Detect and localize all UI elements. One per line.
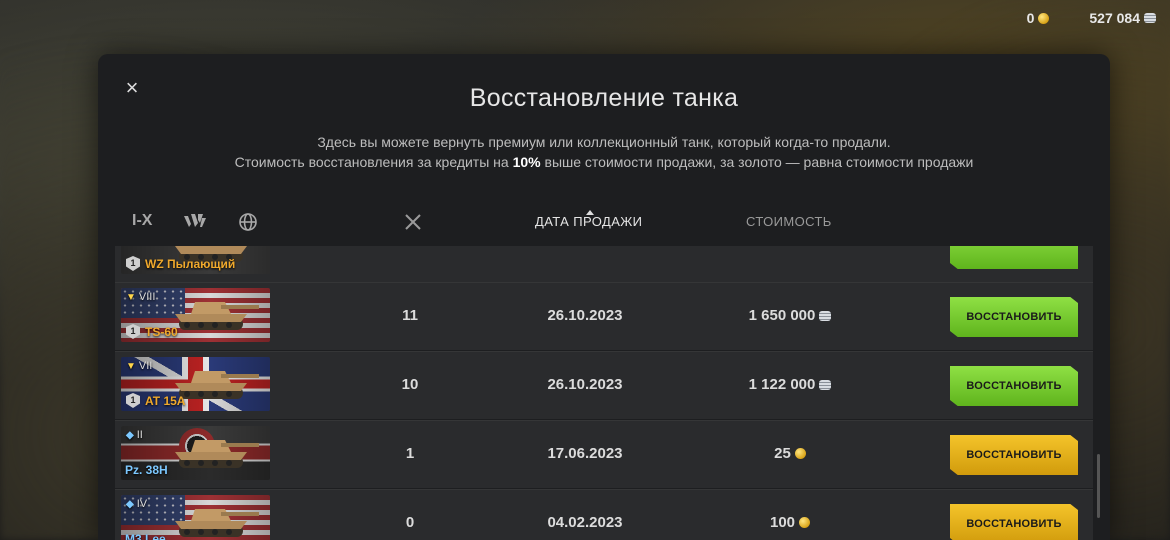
description-line-1: Здесь вы можете вернуть премиум или колл… (317, 134, 891, 150)
price-value: 1 122 000 (748, 376, 816, 393)
description-text: Стоимость восстановления за кредиты на (234, 154, 513, 170)
sale-date: 26.10.2023 (547, 307, 623, 324)
tier-numeral: VIII (138, 291, 156, 303)
restore-price: 1 650 000 (715, 307, 865, 324)
crossed-swords-icon[interactable] (403, 212, 423, 235)
gold-coin-icon (1038, 12, 1050, 24)
tank-class-icon: ◆ (126, 430, 134, 441)
tank-tier: ▼ VIII (126, 291, 155, 303)
tier-filter[interactable]: I-X (132, 212, 152, 230)
tank-card[interactable]: ◆ II Pz. 38H (121, 426, 270, 480)
credits-coin-icon (1144, 13, 1156, 23)
credits-coin-icon (819, 310, 832, 321)
tank-card[interactable]: 1 WZ Пылающий (121, 246, 270, 274)
restore-button[interactable]: ВОССТАНОВИТЬ (950, 297, 1078, 337)
tank-name: AT 15A (145, 394, 186, 408)
price-value: 1 650 000 (748, 307, 816, 324)
currency-bar: 0 527 084 (1027, 10, 1156, 26)
tank-name: Pz. 38H (125, 463, 168, 477)
tier-numeral: VII (138, 360, 153, 372)
gold-amount: 0 (1026, 10, 1035, 26)
tank-card[interactable]: ▼ VIII 1 TS-60 (121, 288, 270, 342)
tank-card[interactable]: ▼ VII 1 AT 15A (121, 357, 270, 411)
gold-coin-icon (794, 448, 806, 459)
battles-count: 1 (405, 445, 415, 462)
tank-image-icon (175, 440, 259, 468)
restore-price: 1 122 000 (715, 376, 865, 393)
price-value: 100 (769, 514, 796, 531)
credits-amount: 527 084 (1089, 10, 1140, 26)
tank-tier: ▼ VII (126, 360, 152, 372)
sort-by-date-header[interactable]: ДАТА ПРОДАЖИ (535, 210, 643, 229)
description-line-2: Стоимость восстановления за кредиты на 1… (98, 152, 1110, 172)
description-text-end: выше стоимости продажи, за золото — равн… (540, 154, 974, 170)
restore-tank-dialog: × Восстановление танка Здесь вы можете в… (98, 54, 1110, 540)
tier-numeral: IV (136, 498, 148, 510)
battles-count: 0 (405, 514, 415, 531)
globe-icon[interactable] (238, 212, 258, 237)
tank-class-icon: ▼ (126, 361, 136, 372)
restore-button[interactable]: ВОССТАНОВИТЬ (950, 366, 1078, 406)
dialog-description: Здесь вы можете вернуть премиум или колл… (98, 132, 1110, 172)
gold-coin-icon (799, 517, 811, 528)
tank-image-icon (175, 509, 259, 537)
restore-button[interactable]: ВОССТАНОВИТЬ (950, 435, 1078, 475)
tank-tier: ◆ IV (126, 498, 147, 510)
restore-price: 100 (715, 514, 865, 531)
table-header: I-X ДАТА ПРОДАЖИ СТОИМОСТЬ (98, 202, 1110, 242)
credits-coin-icon (819, 379, 832, 390)
tank-type-icon[interactable] (182, 210, 208, 235)
sale-date: 04.02.2023 (547, 514, 623, 531)
description-percent: 10% (512, 154, 541, 170)
table-row: ◆ IV M3 Lee 0 04.02.2023 100 ВОССТАНОВИТЬ (115, 489, 1093, 540)
sort-arrow-icon (585, 210, 594, 215)
tank-class-icon: ▼ (126, 292, 136, 303)
tank-class-icon: ◆ (126, 499, 134, 510)
table-row: ◆ II Pz. 38H 1 17.06.2023 25 ВОССТАНОВИТЬ (115, 420, 1093, 488)
restore-button[interactable] (950, 246, 1078, 269)
sale-date: 26.10.2023 (547, 376, 623, 393)
scrollbar[interactable] (1097, 454, 1100, 518)
tank-list[interactable]: 1 WZ Пылающий ▼ VIII 1 TS-60 11 26.10.2023 1 650… (115, 246, 1093, 540)
tank-name: M3 Lee (125, 532, 166, 540)
battles-count: 10 (401, 376, 419, 393)
tank-card[interactable]: ◆ IV M3 Lee (121, 495, 270, 540)
tank-name: TS-60 (145, 325, 178, 339)
price-value: 25 (774, 445, 791, 462)
battles-count: 11 (402, 307, 418, 324)
table-row: ▼ VIII 1 TS-60 11 26.10.2023 1 650 000 ВОССТАНО… (115, 282, 1093, 350)
dialog-title: Восстановление танка (469, 84, 739, 112)
tank-tier: ◆ II (126, 429, 143, 441)
tier-numeral: II (136, 429, 143, 441)
date-header-label: ДАТА ПРОДАЖИ (535, 214, 643, 229)
restore-button[interactable]: ВОССТАНОВИТЬ (950, 504, 1078, 540)
gold-balance: 0 (1027, 10, 1050, 26)
table-row: ▼ VII 1 AT 15A 10 26.10.2023 1 122 000 ВОССТАНО… (115, 351, 1093, 419)
table-row: 1 WZ Пылающий (115, 246, 1093, 282)
restore-price: 25 (715, 445, 865, 462)
credits-balance: 527 084 (1089, 10, 1156, 26)
sale-date: 17.06.2023 (547, 445, 623, 462)
tank-name: WZ Пылающий (145, 257, 236, 271)
sort-by-price-header[interactable]: СТОИМОСТЬ (746, 214, 832, 229)
